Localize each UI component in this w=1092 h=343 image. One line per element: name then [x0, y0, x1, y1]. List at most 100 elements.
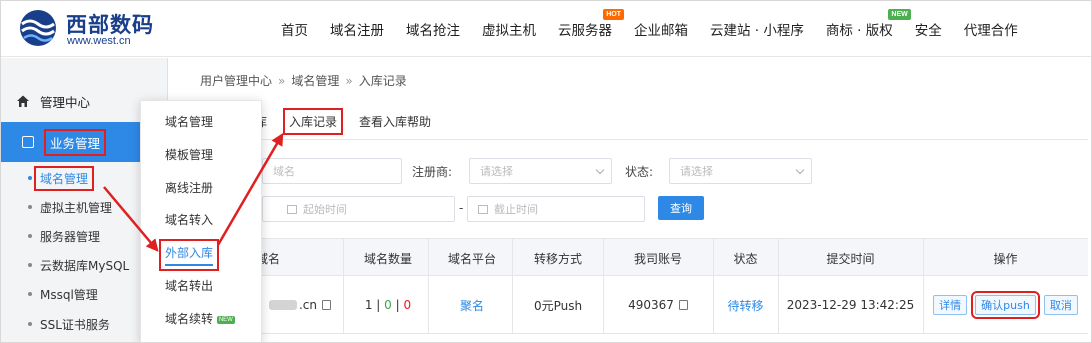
home-icon	[17, 95, 29, 107]
count-sep: |	[376, 298, 381, 312]
col-actions: 操作	[993, 251, 1018, 266]
cell-domain: .cn	[260, 276, 340, 334]
sidebar-item-mssql[interactable]: Mssql管理	[28, 280, 98, 308]
cell-time: 2023-12-29 13:42:25	[786, 298, 915, 312]
domain-search-input[interactable]: 域名	[262, 158, 402, 184]
submenu-domain-manage[interactable]: 域名管理	[165, 113, 213, 130]
status-select[interactable]: 请选择	[669, 158, 812, 184]
sidebar-item-mysql[interactable]: 云数据库MySQL	[28, 251, 129, 279]
domain-suffix: .cn	[298, 298, 318, 312]
details-button[interactable]: 详情	[933, 295, 968, 315]
nav-label: 云服务器	[558, 22, 612, 39]
account-id: 490367	[628, 298, 674, 312]
submenu-domain-renew-transfer[interactable]: 域名续转 NEW	[165, 310, 235, 327]
nav-agent[interactable]: 代理合作	[964, 19, 1018, 39]
breadcrumb-sep: »	[345, 74, 353, 88]
bullet-icon	[28, 322, 32, 326]
breadcrumb-current: 入库记录	[358, 74, 407, 88]
confirm-push-button[interactable]: 确认push	[971, 291, 1040, 319]
submenu-offline-register[interactable]: 离线注册	[165, 179, 213, 196]
submenu-domain-transfer-in[interactable]: 域名转入	[165, 211, 213, 228]
query-button[interactable]: 查询	[658, 196, 704, 220]
copy-icon[interactable]	[322, 300, 332, 310]
main-nav: 首页 域名注册 域名抢注 虚拟主机 云服务器 HOT 企业邮箱 云建站 · 小程序…	[270, 0, 1029, 57]
sidebar-item-label: 域名管理	[34, 165, 95, 191]
sidebar-item-ssl[interactable]: SSL证书服务	[28, 310, 110, 338]
count-failed: 0	[403, 298, 412, 312]
hot-badge: HOT	[603, 8, 624, 20]
submenu-external-import[interactable]: 外部入库	[159, 239, 220, 271]
bullet-icon	[28, 205, 32, 209]
sidebar-item-domain-manage[interactable]: 域名管理	[28, 164, 95, 192]
nav-label: 域名抢注	[406, 22, 460, 39]
sidebar-item-label: 虚拟主机管理	[40, 200, 113, 215]
sidebar-item-label: 服务器管理	[40, 229, 101, 244]
registrar-select[interactable]: 请选择	[469, 158, 612, 184]
nav-label: 云建站 · 小程序	[710, 22, 804, 39]
nav-cloud-server[interactable]: 云服务器 HOT	[558, 8, 624, 39]
bullet-icon	[28, 234, 32, 238]
breadcrumb-user-center[interactable]: 用户管理中心	[200, 74, 272, 88]
table-header: 域名 域名数量 域名平台 转移方式 我司账号 状态 提交时间 操作	[168, 238, 1088, 276]
cell-method: 0元Push	[533, 298, 583, 313]
submenu-template-manage[interactable]: 模板管理	[165, 146, 213, 163]
cell-status[interactable]: 待转移	[713, 276, 778, 334]
tab-import-records[interactable]: 入库记录	[283, 107, 344, 135]
sidebar-home-label: 管理中心	[40, 94, 91, 110]
top-header: 西部数码 www.west.cn 首页 域名注册 域名抢注 虚拟主机 云服务器 H…	[0, 0, 1092, 57]
placeholder-text: 请选择	[680, 165, 713, 178]
nav-label: 商标 · 版权	[825, 22, 893, 39]
nav-label: 企业邮箱	[634, 22, 688, 39]
nav-domain-register[interactable]: 域名注册	[330, 19, 384, 39]
sidebar-item-label: 云数据库MySQL	[40, 258, 130, 273]
end-date-input[interactable]: 截止时间	[467, 196, 645, 222]
nav-security[interactable]: 安全	[915, 19, 942, 39]
nav-label: 安全	[914, 22, 942, 39]
submenu-label: 域名续转	[165, 312, 214, 326]
new-badge: NEW	[216, 315, 235, 324]
calendar-icon	[478, 204, 488, 214]
cell-platform[interactable]: 聚名	[432, 276, 512, 334]
site-logo[interactable]: 西部数码 www.west.cn	[14, 6, 154, 50]
bullet-icon	[28, 292, 32, 296]
calendar-icon	[287, 204, 297, 214]
domain-submenu-flyout: 域名管理 模板管理 离线注册 域名转入 外部入库 域名转出 域名续转 NEW	[140, 100, 262, 343]
submenu-domain-transfer-out[interactable]: 域名转出	[165, 277, 213, 294]
tab-import-help[interactable]: 查看入库帮助	[359, 113, 431, 130]
breadcrumb: 用户管理中心 » 域名管理 » 入库记录	[200, 72, 407, 89]
nav-virtual-host[interactable]: 虚拟主机	[482, 19, 536, 39]
nav-domain-snipe[interactable]: 域名抢注	[406, 19, 460, 39]
nav-label: 域名注册	[330, 22, 384, 39]
nav-trademark[interactable]: 商标 · 版权 NEW	[825, 8, 911, 39]
table-row: .cn 1 | 0 | 0 聚名 0元Push 490367 待转移 2023-…	[168, 276, 1088, 334]
chevron-down-icon	[795, 165, 805, 175]
bullet-icon	[28, 176, 32, 180]
cancel-button[interactable]: 取消	[1043, 295, 1078, 315]
submenu-label: 外部入库	[165, 246, 214, 260]
start-date-input[interactable]: 起始时间	[262, 196, 455, 222]
nav-home[interactable]: 首页	[281, 19, 308, 39]
placeholder-text: 请选择	[480, 165, 513, 178]
copy-icon[interactable]	[678, 300, 688, 310]
bullet-icon	[28, 263, 32, 267]
col-count: 域名数量	[363, 251, 412, 266]
nav-enterprise-mail[interactable]: 企业邮箱	[634, 19, 688, 39]
grid-icon	[22, 136, 34, 148]
status-label: 状态:	[625, 165, 654, 179]
placeholder-text: 起始时间	[303, 203, 347, 216]
sidebar-business-label: 业务管理	[44, 128, 107, 156]
tab-bar: 库 入库记录 查看入库帮助	[255, 104, 447, 138]
col-status: 状态	[733, 251, 758, 266]
breadcrumb-sep: »	[278, 74, 286, 88]
breadcrumb-domain-manage[interactable]: 域名管理	[291, 74, 339, 88]
col-platform: 域名平台	[447, 251, 496, 266]
sidebar-item-virtual-host[interactable]: 虚拟主机管理	[28, 193, 112, 221]
date-range-separator: -	[459, 201, 464, 215]
sidebar-item-server[interactable]: 服务器管理	[28, 222, 100, 250]
nav-label: 代理合作	[963, 22, 1018, 39]
col-time: 提交时间	[826, 251, 875, 266]
nav-site-builder[interactable]: 云建站 · 小程序	[710, 19, 804, 39]
active-underline	[165, 264, 214, 266]
cell-actions: 详情 确认push 取消	[923, 276, 1088, 334]
logo-url: www.west.cn	[67, 35, 131, 47]
